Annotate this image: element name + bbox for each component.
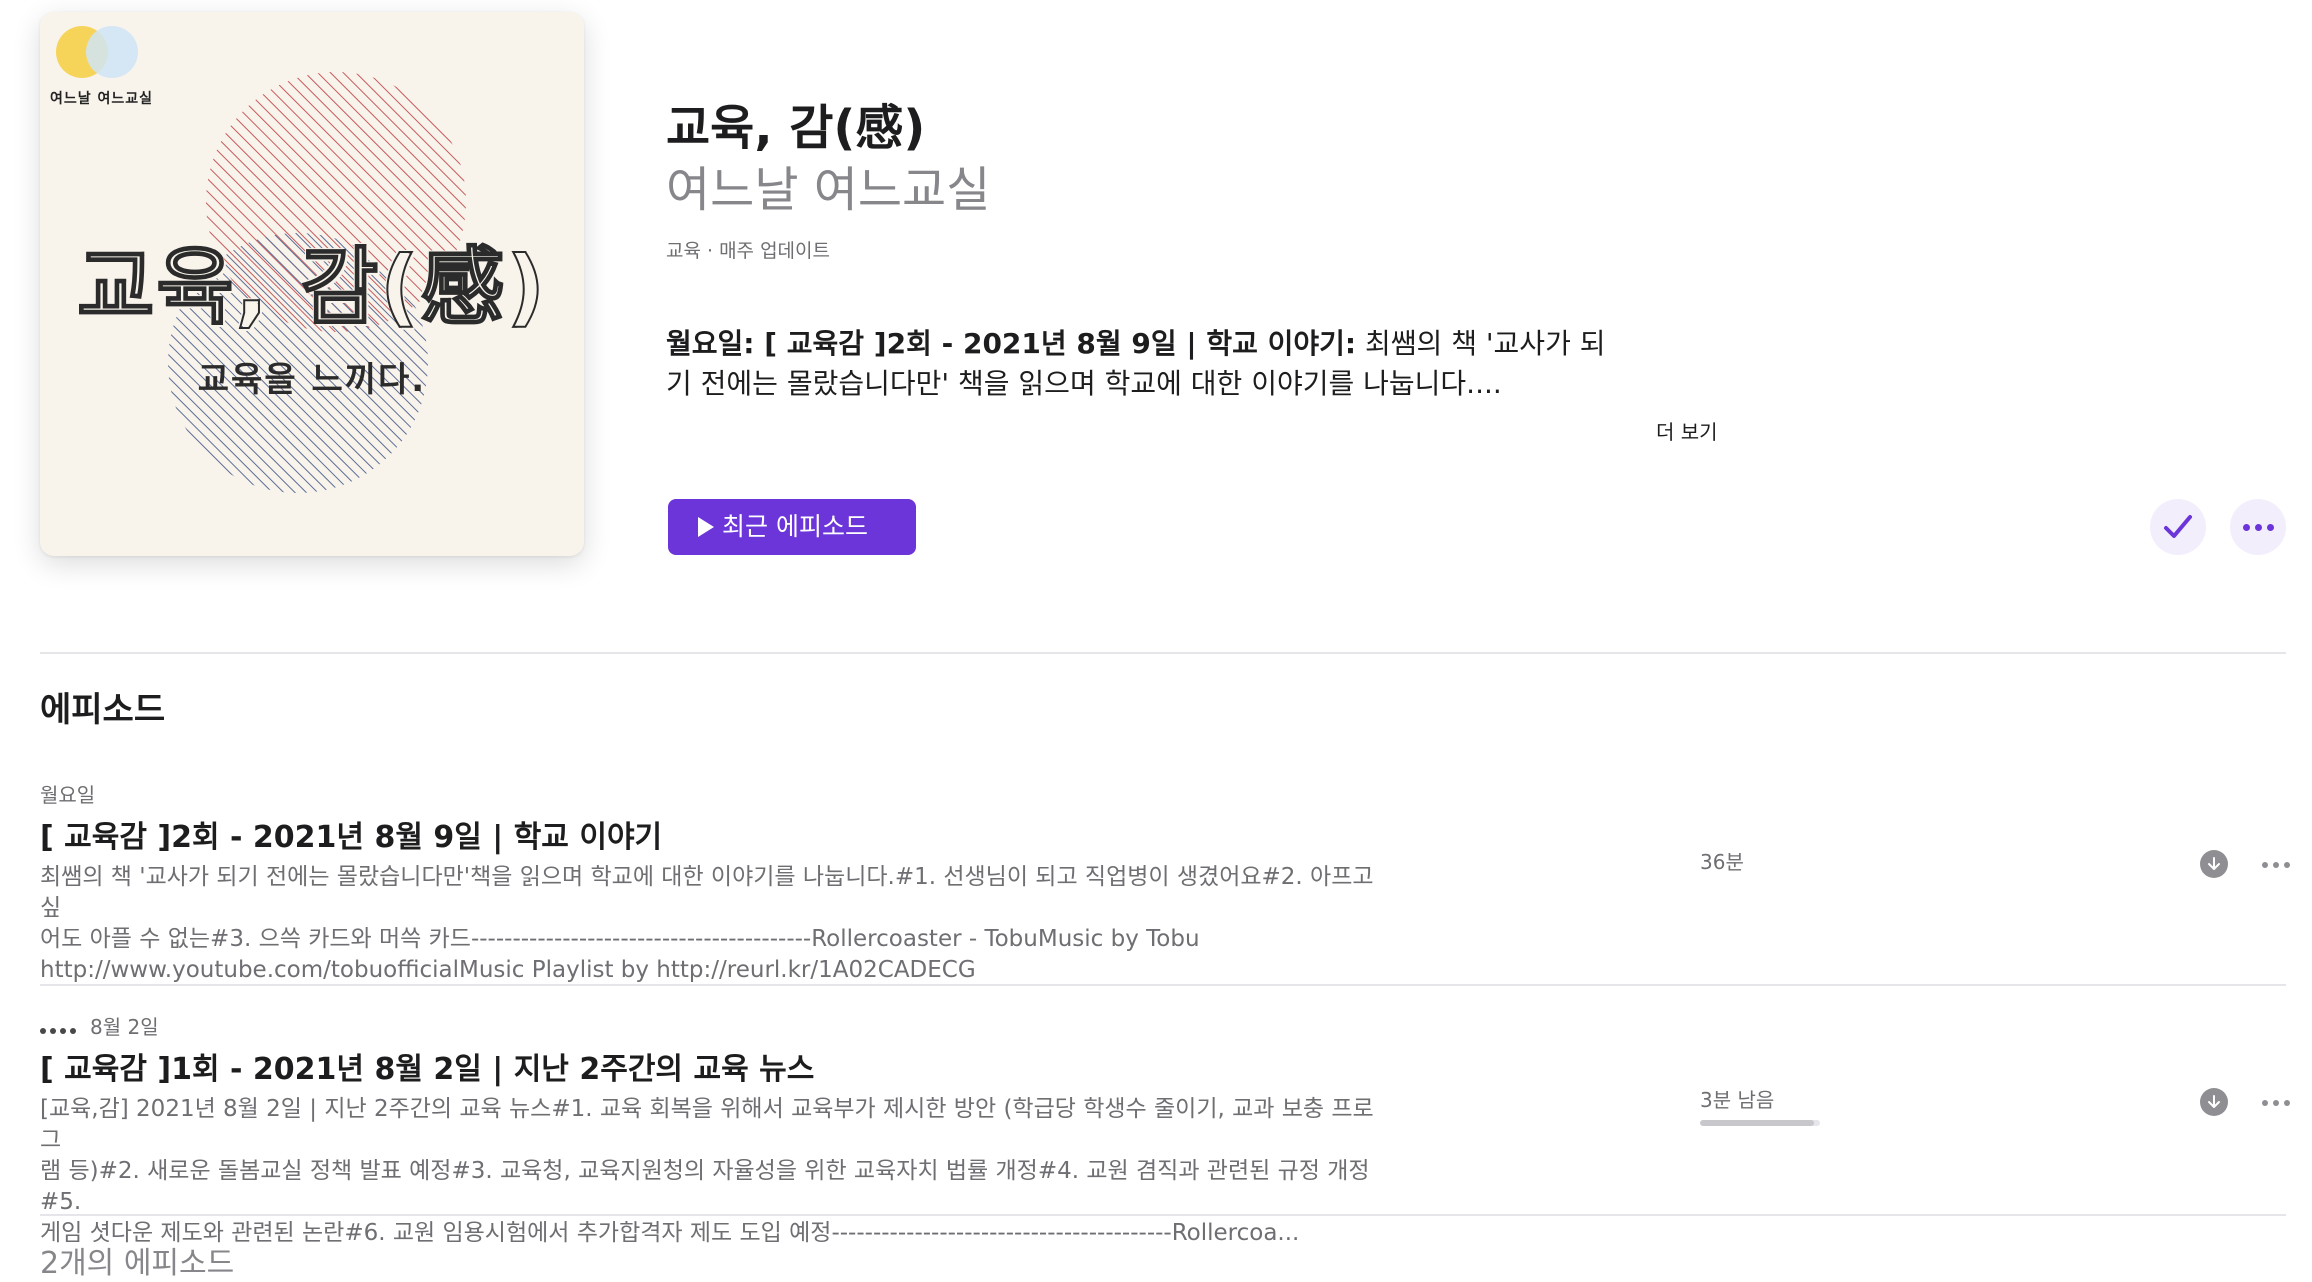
episode-progress-bar xyxy=(1700,1120,1820,1126)
episode-progress-fill xyxy=(1700,1120,1814,1126)
show-info: 교육, 감(感) 여느날 여느교실 교육 · 매주 업데이트 xyxy=(666,98,1666,264)
show-author-link[interactable]: 여느날 여느교실 xyxy=(666,160,1666,220)
play-icon xyxy=(698,517,714,537)
played-dots-icon xyxy=(40,1020,76,1034)
episode-summary: 최쌤의 책 '교사가 되기 전에는 몰랐습니다만'책을 읽으며 학교에 대한 이… xyxy=(40,864,1374,983)
artwork-subtitle: 교육을 느끼다. xyxy=(197,360,427,400)
artwork-logo-text: 여느날 여느교실 xyxy=(50,91,154,107)
follow-button[interactable] xyxy=(2150,499,2206,555)
download-icon[interactable] xyxy=(2200,1088,2228,1116)
show-title: 교육, 감(感) xyxy=(666,100,926,156)
show-meta: 교육 · 매주 업데이트 xyxy=(666,240,830,262)
episode-date: 8월 2일 xyxy=(40,1014,2286,1040)
episode-row[interactable]: 월요일 [ 교육감 ]2회 - 2021년 8월 9일 | 학교 이야기 최쌤의… xyxy=(40,782,2290,986)
episode-title[interactable]: [ 교육감 ]2회 - 2021년 8월 9일 | 학교 이야기 xyxy=(40,818,2286,858)
ellipsis-icon[interactable] xyxy=(2262,862,2290,868)
logo-blue-circle xyxy=(86,26,138,78)
latest-episode-button[interactable]: 최근 에피소드 xyxy=(668,499,916,555)
episode-summary: [교육,감] 2021년 8월 2일 | 지난 2주간의 교육 뉴스#1. 교육… xyxy=(40,1096,1374,1246)
artwork-title: 교육, 감(感) xyxy=(76,237,547,337)
episode-count: 2개의 에피소드 xyxy=(40,1246,235,1281)
episodes-heading: 에피소드 xyxy=(40,690,166,730)
description-episode-label: 월요일: [ 교육감 ]2회 - 2021년 8월 9일 | 학교 이야기: xyxy=(666,327,1357,360)
episode-remaining-time: 3분 남음 xyxy=(1700,1088,1775,1112)
episode-duration: 36분 xyxy=(1700,850,1744,874)
show-description: 월요일: [ 교육감 ]2회 - 2021년 8월 9일 | 학교 이야기: 최… xyxy=(666,324,1626,404)
show-more-options-button[interactable] xyxy=(2230,499,2286,555)
download-icon[interactable] xyxy=(2200,850,2228,878)
latest-episode-label: 최근 에피소드 xyxy=(722,512,868,541)
checkmark-icon xyxy=(2164,515,2192,538)
more-button[interactable]: 더 보기 xyxy=(1656,416,1718,445)
ellipsis-icon xyxy=(2242,523,2274,531)
section-divider xyxy=(40,652,2286,654)
episode-divider xyxy=(40,984,2286,986)
episode-divider xyxy=(40,1214,2286,1216)
episode-date: 월요일 xyxy=(40,783,96,807)
episode-title[interactable]: [ 교육감 ]1회 - 2021년 8월 2일 | 지난 2주간의 교육 뉴스 xyxy=(40,1050,2286,1090)
podcast-artwork: 여느날 여느교실 교육, 감(感) 교육을 느끼다. xyxy=(40,12,584,556)
ellipsis-icon[interactable] xyxy=(2262,1100,2290,1106)
